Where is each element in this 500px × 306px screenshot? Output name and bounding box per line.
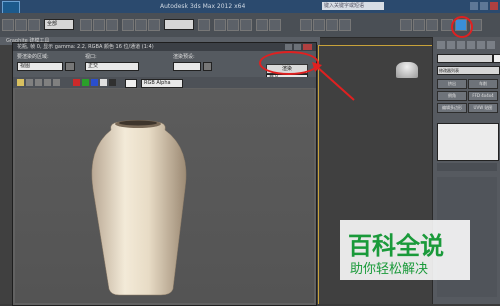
rotate-icon[interactable]: [135, 19, 147, 31]
vase-render: [91, 120, 187, 296]
area-to-render-dropdown[interactable]: 视图: [17, 62, 63, 71]
percent-snap-icon[interactable]: [240, 19, 252, 31]
modifier-button[interactable]: 车削: [468, 79, 498, 89]
save-image-icon[interactable]: [17, 79, 24, 86]
modifier-list-dropdown[interactable]: 修改器列表: [437, 66, 500, 75]
render-setup-small-icon[interactable]: [203, 62, 212, 71]
rendered-frame-icon[interactable]: [413, 19, 425, 31]
maximize-button[interactable]: [480, 2, 488, 10]
snap-icon[interactable]: [214, 19, 226, 31]
modifier-stack[interactable]: [437, 123, 499, 161]
utilities-tab-icon[interactable]: [487, 41, 495, 49]
mono-icon[interactable]: [109, 79, 116, 86]
viewport-dropdown[interactable]: 正交: [85, 62, 139, 71]
align-icon[interactable]: [269, 19, 281, 31]
mirror-icon[interactable]: [256, 19, 268, 31]
clone-window-icon[interactable]: [35, 79, 42, 86]
main-toolbar: 全部: [0, 13, 500, 38]
schematic-icon[interactable]: [326, 19, 338, 31]
watermark: 百科全说 助你轻松解决: [340, 220, 470, 280]
curve-editor-icon[interactable]: [313, 19, 325, 31]
link-icon[interactable]: [28, 19, 40, 31]
render-window-toolbar: RGB Alpha: [13, 77, 316, 88]
object-name-field[interactable]: [437, 54, 493, 63]
viewport-label: 视口:: [85, 54, 97, 60]
green-channel-icon[interactable]: [82, 79, 89, 86]
render-setup-icon[interactable]: [400, 19, 412, 31]
search-input[interactable]: 键入关键字或短语: [322, 2, 384, 10]
move-icon[interactable]: [122, 19, 134, 31]
rendered-image-canvas: [15, 89, 314, 303]
window-title-bar: Autodesk 3ds Max 2012 x64 键入关键字或短语: [0, 0, 500, 14]
blue-channel-icon[interactable]: [91, 79, 98, 86]
area-to-render-label: 要渲染的区域:: [17, 54, 49, 60]
minimize-button[interactable]: [470, 2, 478, 10]
modifier-button[interactable]: UVW 贴图: [468, 103, 498, 113]
vase-thumbnail-in-viewport: [396, 62, 418, 78]
edit-region-icon[interactable]: [65, 62, 75, 71]
undo-icon[interactable]: [2, 19, 14, 31]
render-window-title-bar: 花瓶, 帧 0, 显示 gamma: 2.2, RGBA 颜色 16 位/通道 …: [13, 43, 316, 51]
create-tab-icon[interactable]: [437, 41, 445, 49]
hierarchy-tab-icon[interactable]: [457, 41, 465, 49]
angle-snap-icon[interactable]: [227, 19, 239, 31]
scale-icon[interactable]: [148, 19, 160, 31]
print-image-icon[interactable]: [44, 79, 51, 86]
layer-icon[interactable]: [300, 19, 312, 31]
rendered-frame-highlight: [451, 16, 473, 38]
modifier-button[interactable]: 编辑多边形: [437, 103, 467, 113]
object-color-swatch[interactable]: [493, 54, 500, 63]
render-preset-label: 渲染预设:: [173, 54, 195, 60]
redo-icon[interactable]: [15, 19, 27, 31]
modify-tab-icon[interactable]: [447, 41, 455, 49]
watermark-title: 百科全说: [348, 232, 444, 260]
stack-toolbar: [437, 163, 497, 171]
motion-tab-icon[interactable]: [467, 41, 475, 49]
clear-icon[interactable]: [53, 79, 60, 86]
close-button[interactable]: [490, 2, 498, 10]
reference-coord-dropdown[interactable]: [164, 19, 194, 30]
annotation-arrow: [312, 62, 355, 101]
selection-filter-dropdown[interactable]: 全部: [44, 19, 74, 30]
red-channel-icon[interactable]: [73, 79, 80, 86]
render-production-icon[interactable]: [426, 19, 438, 31]
copy-image-icon[interactable]: [26, 79, 33, 86]
pivot-icon[interactable]: [198, 19, 210, 31]
modifier-button[interactable]: 挤出: [437, 79, 467, 89]
window-title: Autodesk 3ds Max 2012 x64: [160, 3, 246, 10]
render-window-title: 花瓶, 帧 0, 显示 gamma: 2.2, RGBA 颜色 16 位/通道 …: [17, 44, 154, 50]
watermark-subtitle: 助你轻松解决: [350, 262, 429, 277]
modifier-button[interactable]: 倒角: [437, 91, 467, 101]
rw-close-button[interactable]: [303, 44, 312, 50]
rw-maximize-button[interactable]: [294, 44, 301, 50]
display-channel-dropdown[interactable]: RGB Alpha: [141, 79, 183, 88]
color-swatch[interactable]: [125, 79, 137, 88]
rw-minimize-button[interactable]: [285, 44, 292, 50]
render-preset-dropdown[interactable]: [173, 62, 201, 71]
select-object-icon[interactable]: [80, 19, 92, 31]
modifier-button[interactable]: FFD 4x4x4: [468, 91, 498, 101]
alpha-channel-icon[interactable]: [100, 79, 107, 86]
select-by-name-icon[interactable]: [93, 19, 105, 31]
viewport-border: [318, 45, 432, 46]
rect-select-icon[interactable]: [106, 19, 118, 31]
material-editor-icon[interactable]: [339, 19, 351, 31]
render-frame-window: 花瓶, 帧 0, 显示 gamma: 2.2, RGBA 颜色 16 位/通道 …: [12, 42, 317, 306]
display-tab-icon[interactable]: [477, 41, 485, 49]
